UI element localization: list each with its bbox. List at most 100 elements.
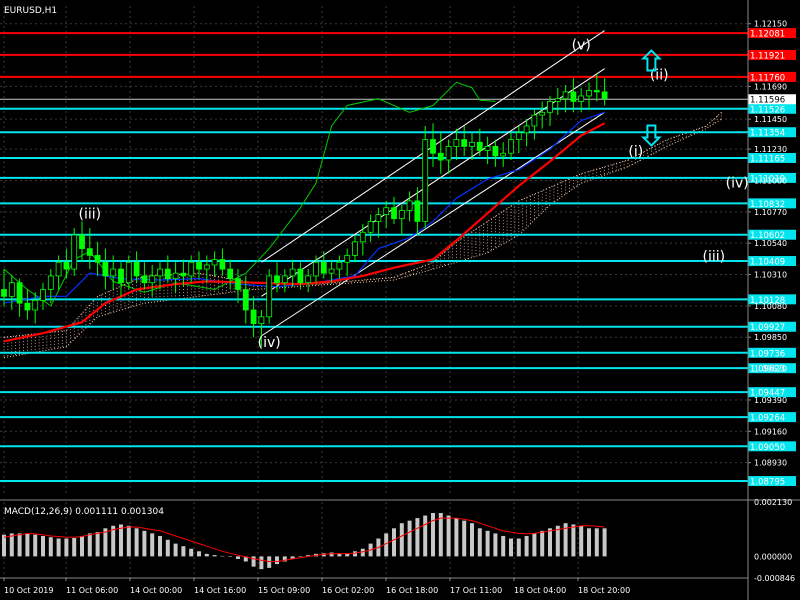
candle-body: [328, 268, 335, 274]
price-tick-label: 1.11450: [754, 115, 787, 124]
time-tick-label: 17 Oct 11:00: [450, 586, 502, 595]
support-level-label: 1.08795: [750, 478, 785, 488]
macd-bar: [228, 556, 233, 557]
candle-body: [445, 146, 452, 161]
wave-label: (iv): [258, 335, 281, 351]
candle-body: [172, 272, 179, 280]
macd-bar: [212, 555, 217, 557]
candle-body: [539, 111, 546, 116]
macd-bar: [17, 533, 22, 557]
price-tick-label: 1.11690: [754, 82, 787, 91]
candle-body: [320, 261, 327, 274]
macd-bar: [64, 538, 69, 557]
candle-body: [461, 139, 468, 147]
candle-body: [422, 139, 429, 222]
candle-body: [55, 261, 62, 277]
candle-body: [430, 139, 436, 154]
candle-body: [289, 268, 296, 277]
candle-body: [352, 241, 358, 256]
macd-bar: [384, 533, 389, 557]
macd-bar: [204, 553, 209, 557]
support-level-label: 1.11526: [750, 105, 785, 115]
macd-bar: [48, 537, 53, 557]
price-tick-label: 1.10310: [754, 271, 787, 280]
macd-bar: [501, 535, 506, 557]
macd-bar: [298, 556, 303, 557]
candle-body: [102, 261, 109, 277]
candle-body: [258, 316, 265, 325]
candle-body: [344, 255, 351, 263]
macd-bar: [423, 515, 428, 557]
candle-body: [71, 234, 78, 270]
macd-bar: [41, 535, 45, 557]
candle-body: [593, 90, 600, 93]
wave-label: (i): [628, 144, 643, 160]
macd-bar: [267, 556, 272, 568]
time-tick-label: 18 Oct 20:00: [578, 586, 630, 595]
time-tick-label: 10 Oct 2019: [4, 586, 53, 595]
support-level-label: 1.09736: [750, 349, 785, 359]
candle-body: [149, 275, 156, 284]
candle-body: [180, 272, 187, 277]
macd-bar: [126, 525, 131, 557]
macd-bar: [158, 535, 162, 557]
candle-body: [227, 268, 234, 280]
macd-bar: [587, 528, 591, 557]
candle-body: [242, 289, 249, 311]
macd-bar: [524, 535, 529, 557]
macd-bar: [493, 533, 498, 557]
candle-body: [578, 95, 585, 102]
candle-body: [453, 139, 460, 147]
macd-bar: [87, 533, 92, 557]
price-tick-label: 1.10080: [754, 302, 787, 311]
candle-body: [47, 275, 54, 290]
candle-body: [336, 261, 343, 270]
macd-bar: [173, 543, 178, 557]
support-level-label: 1.09050: [750, 443, 785, 453]
current-price-label: 1.11596: [750, 96, 785, 106]
candle-body: [508, 139, 514, 154]
candle-body: [281, 275, 288, 284]
macd-bar: [555, 525, 560, 557]
candle-body: [375, 214, 382, 222]
price-tick-label: 1.11230: [754, 145, 787, 154]
candle-body: [266, 275, 273, 318]
macd-bar: [485, 530, 490, 557]
candle-body: [313, 261, 319, 277]
candle-body: [305, 275, 312, 284]
candle-body: [141, 275, 148, 284]
support-level-label: 1.09927: [750, 323, 785, 333]
macd-bar: [2, 534, 6, 557]
macd-bar: [150, 533, 155, 557]
macd-bar: [594, 528, 599, 557]
macd-bar: [462, 520, 467, 557]
time-tick-label: 16 Oct 02:00: [322, 586, 374, 595]
time-tick-label: 15 Oct 09:00: [258, 586, 310, 595]
time-tick-label: 14 Oct 16:00: [194, 586, 246, 595]
macd-bar: [438, 512, 443, 557]
candle-body: [8, 282, 15, 297]
macd-bar: [72, 538, 77, 557]
macd-bar: [25, 533, 30, 557]
time-tick-label: 18 Oct 04:00: [514, 586, 566, 595]
candle-body: [157, 268, 163, 277]
trading-chart[interactable]: (iii)(iv)(v)(ii)(i)(iv)(iii) 1.115261.11…: [0, 0, 800, 600]
candle-body: [125, 261, 132, 284]
price-tick-label: 1.12150: [754, 20, 787, 29]
candle-body: [367, 220, 374, 233]
price-tick-label: 1.09390: [754, 396, 787, 405]
time-tick-label: 16 Oct 18:00: [386, 586, 438, 595]
candle-body: [16, 282, 23, 304]
support-level-label: 1.11165: [750, 154, 785, 164]
candle-body: [32, 300, 39, 311]
macd-bar: [509, 538, 513, 557]
macd-bar: [80, 535, 84, 557]
support-level-label: 1.10409: [750, 258, 785, 268]
candle-body: [86, 248, 93, 256]
price-tick-label: 1.10770: [754, 208, 787, 217]
resistance-level-label: 1.11921: [750, 51, 785, 61]
support-level-label: 1.11354: [750, 129, 785, 139]
macd-bar: [431, 512, 435, 557]
macd-bar: [259, 556, 264, 570]
candle-body: [547, 101, 553, 113]
